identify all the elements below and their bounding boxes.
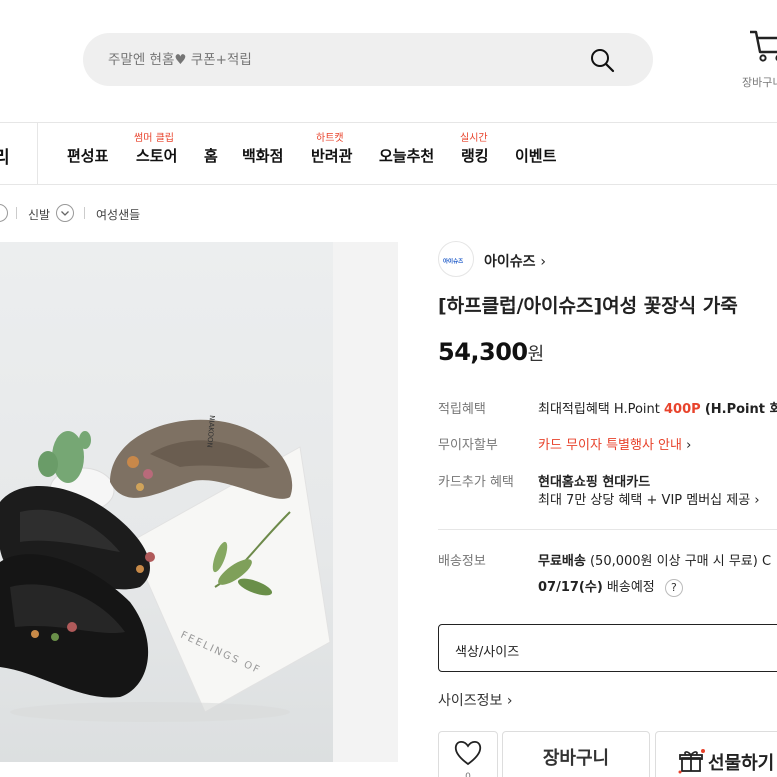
search-bar[interactable] bbox=[83, 33, 653, 86]
nav-badge-ranking: 실시간 bbox=[460, 133, 488, 144]
add-to-cart-button[interactable]: 장바구니 bbox=[502, 731, 650, 777]
gift-icon bbox=[678, 749, 705, 774]
points-amount: 400P bbox=[664, 402, 701, 417]
product-price: 54,300원 bbox=[438, 338, 544, 366]
nav-item-event[interactable]: 이벤트 bbox=[515, 145, 556, 166]
nav-item-pet[interactable]: 반려관 bbox=[311, 145, 352, 166]
points-value: 최대적립혜택 H.Point 400P (H.Point 회원 bbox=[538, 398, 777, 417]
header-divider bbox=[0, 122, 777, 123]
breadcrumb-shoes[interactable]: 신발 bbox=[28, 206, 50, 223]
size-info-label: 사이즈정보 bbox=[438, 693, 503, 709]
category-menu[interactable]: 리 bbox=[0, 143, 10, 168]
chevron-right-icon: › bbox=[506, 693, 513, 709]
delivery-label: 배송정보 bbox=[438, 554, 486, 569]
delivery-date-suffix: 배송예정 bbox=[606, 580, 655, 595]
help-icon[interactable]: ? bbox=[664, 578, 683, 597]
nav-item-department[interactable]: 백화점 bbox=[242, 145, 283, 166]
brand-name: 아이슈즈 bbox=[484, 254, 536, 270]
nav-item-today[interactable]: 오늘추천 bbox=[379, 145, 434, 166]
points-prefix: 최대적립혜택 H.Point bbox=[538, 402, 660, 417]
delivery-condition: (50,000원 이상 구매 시 무료) C bbox=[589, 554, 772, 569]
product-title: [하프클럽/아이슈즈]여성 꽃장식 가죽 bbox=[438, 295, 738, 317]
option-placeholder: 색상/사이즈 bbox=[455, 645, 520, 660]
points-label: 적립혜택 bbox=[438, 402, 486, 417]
product-photo: FEELINGS OF NIAKOON bbox=[0, 415, 331, 722]
nav-item-ranking[interactable]: 랭킹 bbox=[461, 145, 489, 166]
card-benefit: 최대 7만 상당 혜택 + VIP 멤버십 제공 bbox=[538, 493, 751, 508]
gift-button[interactable]: 선물하기 bbox=[655, 731, 777, 777]
nav-item-store[interactable]: 스토어 bbox=[136, 145, 177, 166]
breadcrumb-dropdown-2[interactable] bbox=[56, 204, 74, 222]
wishlist-button[interactable]: 0 bbox=[438, 731, 498, 777]
brand-logo[interactable]: 아이슈즈 bbox=[438, 241, 474, 277]
points-suffix: (H.Point 회원 bbox=[704, 402, 777, 417]
nav-badge-store: 썸머 클립 bbox=[134, 133, 174, 144]
wish-count: 0 bbox=[465, 772, 471, 777]
nav-divider-bottom bbox=[0, 184, 777, 185]
gift-label: 선물하기 bbox=[708, 753, 775, 774]
nav-badge-pet: 하트캣 bbox=[316, 133, 344, 144]
price-value: 54,300 bbox=[438, 338, 528, 366]
card-label: 카드추가 혜택 bbox=[438, 475, 514, 490]
cart-icon bbox=[750, 30, 777, 62]
installment-link[interactable]: 카드 무이자 특별행사 안내 › bbox=[538, 434, 691, 453]
search-icon[interactable] bbox=[589, 47, 615, 73]
nav-item-schedule[interactable]: 편성표 bbox=[67, 145, 108, 166]
price-unit: 원 bbox=[527, 344, 545, 365]
shoe-brand-text: NIAKOON bbox=[205, 415, 216, 448]
breadcrumb-sandals[interactable]: 여성샌들 bbox=[96, 206, 140, 223]
installment-value: 카드 무이자 특별행사 안내 bbox=[538, 438, 682, 453]
cart-label: 장바구니 bbox=[742, 76, 777, 89]
chevron-down-icon bbox=[61, 211, 69, 216]
delivery-date: 07/17(수) 배송예정 ? bbox=[538, 576, 683, 597]
nav-divider bbox=[37, 123, 38, 184]
chevron-right-icon: › bbox=[540, 254, 547, 270]
size-info-link[interactable]: 사이즈정보 › bbox=[438, 690, 512, 710]
delivery-value: 무료배송 (50,000원 이상 구매 시 무료) C bbox=[538, 550, 771, 569]
breadcrumb-separator bbox=[16, 207, 17, 219]
card-line2[interactable]: 최대 7만 상당 혜택 + VIP 멤버십 제공 › bbox=[538, 489, 760, 508]
installment-label: 무이자할부 bbox=[438, 438, 498, 453]
info-divider bbox=[438, 529, 777, 530]
delivery-free: 무료배송 bbox=[538, 554, 586, 569]
breadcrumb-dropdown-1[interactable] bbox=[0, 204, 8, 222]
image-side-panel bbox=[333, 242, 398, 762]
breadcrumb-separator bbox=[84, 207, 85, 219]
brand-link[interactable]: 아이슈즈 › bbox=[484, 251, 546, 271]
header-cart[interactable]: 장바구니 bbox=[742, 26, 777, 92]
chevron-right-icon: › bbox=[754, 493, 760, 508]
heart-icon bbox=[454, 740, 482, 766]
search-input[interactable] bbox=[108, 33, 578, 86]
chevron-right-icon: › bbox=[686, 438, 692, 453]
nav-item-home[interactable]: 홈 bbox=[204, 145, 218, 166]
card-line1: 현대홈쇼핑 현대카드 bbox=[538, 475, 651, 490]
option-select[interactable]: 색상/사이즈 bbox=[438, 624, 777, 672]
product-main-image[interactable]: FEELINGS OF NIAKOON bbox=[0, 242, 333, 762]
brand-logo-text: 아이슈즈 bbox=[443, 259, 464, 265]
delivery-date-value: 07/17(수) bbox=[538, 580, 603, 595]
